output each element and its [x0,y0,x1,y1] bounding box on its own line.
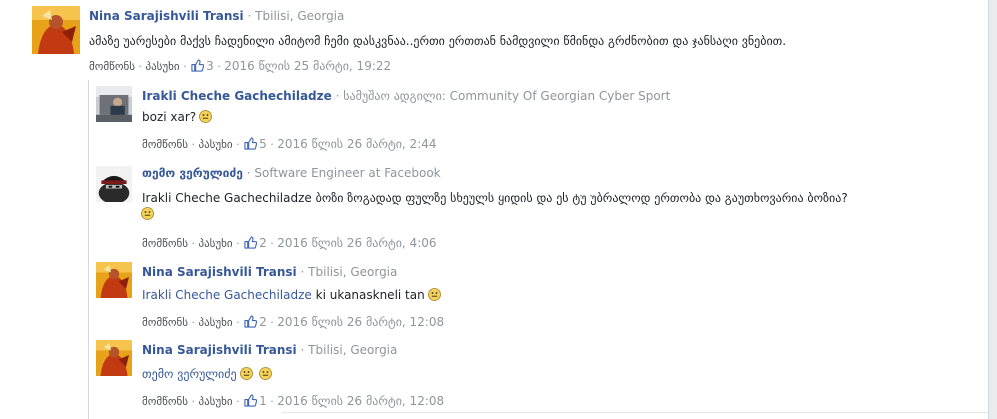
reply-button[interactable]: პასუხი [198,237,232,250]
author-subtitle: სამუშაო ადგილი: Community Of Georgian Cy… [343,89,671,103]
separator: · [236,138,240,151]
avatar[interactable] [96,262,132,298]
reply-text-row: Irakli Cheche Gachechiladze ki ukanaskne… [142,288,441,302]
comment: Nina Sarajishvili Transi · Tbilisi, Geor… [32,6,982,76]
separator: · [270,395,274,408]
replies-thread-line [88,80,89,419]
divider [282,412,990,413]
mention-link[interactable]: Irakli Cheche Gachechiladze [142,288,312,302]
separator: · [236,237,240,250]
separator: · [247,9,252,23]
reply-author-link[interactable]: Irakli Cheche Gachechiladze [142,89,332,103]
smiley-emoji-icon [259,367,272,380]
like-count[interactable]: 2 [259,236,267,250]
separator: · [191,395,195,408]
timestamp-link[interactable]: 2016 წლის 26 მარტი, 12:08 [277,394,444,408]
reply-author-link[interactable]: თემო ვერულიძე [142,166,243,180]
avatar-image-icon [32,6,80,54]
reply-header: თემო ვერულიძე · Software Engineer at Fac… [142,166,441,180]
thumbs-up-icon[interactable] [244,394,257,407]
reply-actions: მომწონს · პასუხი · 2 · 2016 წლის 26 მარტ… [142,315,444,329]
avatar[interactable] [32,6,80,54]
avatar-image-icon [96,166,132,202]
comment-header: Nina Sarajishvili Transi · Tbilisi, Geor… [89,9,344,23]
avatar[interactable] [96,340,132,376]
like-count[interactable]: 1 [259,394,267,408]
author-subtitle: Tbilisi, Georgia [308,265,398,279]
smiley-emoji-icon [428,288,441,301]
comments-section: Nina Sarajishvili Transi · Tbilisi, Geor… [0,0,990,419]
reply: Nina Sarajishvili Transi · Tbilisi, Geor… [96,340,976,412]
thumbs-up-icon[interactable] [191,59,204,72]
like-count[interactable]: 3 [206,59,214,73]
like-count[interactable]: 5 [259,137,267,151]
like-button[interactable]: მომწონს [142,138,188,151]
author-subtitle: Tbilisi, Georgia [255,9,345,23]
separator: · [138,60,142,73]
reply-text: bozi xar? [142,110,197,124]
separator: · [191,138,195,151]
like-button[interactable]: მომწონს [142,316,188,329]
smiley-emoji-icon [141,207,154,220]
separator: · [300,343,305,357]
reply-button[interactable]: პასუხი [198,316,232,329]
mention-link[interactable]: თემო ვერულიძე [142,367,237,381]
vertical-scrollbar[interactable] [988,0,997,419]
separator: · [246,166,251,180]
reply-header: Irakli Cheche Gachechiladze · სამუშაო ად… [142,89,670,103]
author-subtitle: Software Engineer at Facebook [254,166,441,180]
separator: · [270,316,274,329]
reply-button[interactable]: პასუხი [198,395,232,408]
reply: თემო ვერულიძე · Software Engineer at Fac… [96,163,976,253]
comment-author-link[interactable]: Nina Sarajishvili Transi [89,9,244,23]
timestamp-link[interactable]: 2016 წლის 26 მარტი, 2:44 [277,137,436,151]
timestamp-link[interactable]: 2016 წლის 26 მარტი, 12:08 [277,315,444,329]
separator: · [270,237,274,250]
reply-text-row: bozi xar? [142,110,212,124]
reply-actions: მომწონს · პასუხი · 2 · 2016 წლის 26 მარტ… [142,236,437,250]
like-button[interactable]: მომწონს [89,60,135,73]
timestamp-link[interactable]: 2016 წლის 26 მარტი, 4:06 [277,236,436,250]
thumbs-up-icon[interactable] [244,236,257,249]
thumbs-up-icon[interactable] [244,315,257,328]
avatar-image-icon [96,86,132,122]
reply-author-link[interactable]: Nina Sarajishvili Transi [142,265,297,279]
separator: · [236,316,240,329]
reply-text-emoji-row [138,207,154,221]
separator: · [236,395,240,408]
reply-actions: მომწონს · პასუხი · 5 · 2016 წლის 26 მარტ… [142,137,437,151]
timestamp-link[interactable]: 2016 წლის 25 მარტი, 19:22 [224,59,391,73]
like-button[interactable]: მომწონს [142,395,188,408]
thumbs-up-icon[interactable] [244,137,257,150]
reply-button[interactable]: პასუხი [198,138,232,151]
separator: · [300,265,305,279]
smiley-emoji-icon [199,110,212,123]
separator: · [191,237,195,250]
author-subtitle: Tbilisi, Georgia [308,343,398,357]
avatar-image-icon [96,340,132,376]
separator: · [217,60,221,73]
reply-actions: მომწონს · პასუხი · 1 · 2016 წლის 26 მარტ… [142,394,444,408]
reply: Irakli Cheche Gachechiladze · სამუშაო ად… [96,86,976,156]
reply-text: Irakli Cheche Gachechiladze ბოზი ზოგადად… [142,191,848,205]
separator: · [335,89,340,103]
reply-text-row: თემო ვერულიძე [142,367,272,381]
separator: · [270,138,274,151]
reply: Nina Sarajishvili Transi · Tbilisi, Geor… [96,262,976,332]
like-button[interactable]: მომწონს [142,237,188,250]
avatar[interactable] [96,86,132,122]
avatar-image-icon [96,262,132,298]
reply-text: ki ukanaskneli tan [315,288,425,302]
separator: · [191,316,195,329]
like-count[interactable]: 2 [259,315,267,329]
reply-header: Nina Sarajishvili Transi · Tbilisi, Geor… [142,265,397,279]
comment-text: ამაზე უარესები მაქვს ჩადენილი ამიტომ ჩემ… [89,34,787,48]
reply-author-link[interactable]: Nina Sarajishvili Transi [142,343,297,357]
smiley-emoji-icon [240,367,253,380]
avatar[interactable] [96,166,132,202]
comment-actions: მომწონს · პასუხი · 3 · 2016 წლის 25 მარტ… [89,59,391,73]
separator: · [183,60,187,73]
reply-header: Nina Sarajishvili Transi · Tbilisi, Geor… [142,343,397,357]
reply-button[interactable]: პასუხი [145,60,179,73]
